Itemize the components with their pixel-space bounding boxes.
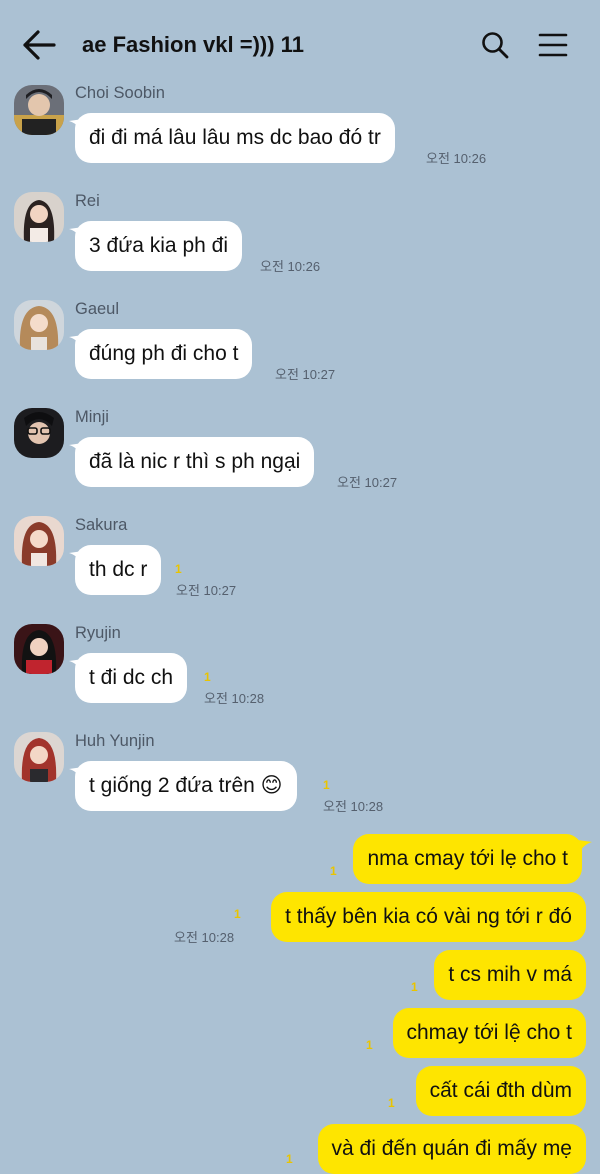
unread-count: 1 (411, 980, 418, 994)
message-time: 오전 10:27 (337, 475, 398, 490)
avatar[interactable] (14, 408, 64, 458)
unread-count: 1 (204, 670, 211, 684)
message-time: 오전 10:28 (323, 799, 384, 814)
message-bubble[interactable]: t thấy bên kia có vài ng tới r đó (271, 892, 586, 942)
unread-count: 1 (366, 1038, 373, 1052)
back-arrow-icon[interactable] (22, 29, 56, 61)
sender-name: Rei (75, 192, 100, 210)
avatar[interactable] (14, 624, 64, 674)
message-bubble[interactable]: đã là nic r thì s ph ngại (75, 437, 315, 487)
sender-name: Minji (75, 408, 109, 426)
bubble-tail (578, 840, 592, 854)
sender-name: Huh Yunjin (75, 732, 155, 750)
unread-count: 1 (388, 1096, 395, 1110)
message-bubble[interactable]: t đi dc ch (75, 653, 188, 703)
message-bubble[interactable]: nma cmay tới lẹ cho t (353, 834, 582, 884)
sender-name: Sakura (75, 516, 128, 534)
unread-count: 1 (234, 907, 241, 921)
unread-count: 1 (330, 864, 337, 878)
avatar[interactable] (14, 192, 64, 242)
message-bubble[interactable]: đúng ph đi cho t (75, 329, 253, 379)
avatar[interactable] (14, 516, 64, 566)
search-icon[interactable] (481, 31, 509, 59)
unread-count: 1 (323, 778, 330, 792)
message-bubble[interactable]: chmay tới lệ cho t (392, 1008, 586, 1058)
unread-count: 1 (175, 562, 182, 576)
message-bubble[interactable]: th dc r (75, 545, 162, 595)
message-time: 오전 10:27 (176, 583, 237, 598)
message-bubble[interactable]: đi đi má lâu lâu ms dc bao đó tr (75, 113, 395, 163)
message-time: 오전 10:28 (204, 691, 265, 706)
message-time: 오전 10:26 (426, 151, 487, 166)
menu-icon[interactable] (538, 32, 568, 58)
sender-name: Choi Soobin (75, 84, 165, 102)
chat-header: ae Fashion vkl =))) 11 (0, 0, 600, 86)
avatar[interactable] (14, 85, 64, 135)
unread-count: 1 (286, 1152, 293, 1166)
message-time: 오전 10:28 (174, 930, 235, 945)
message-time: 오전 10:26 (260, 259, 321, 274)
sender-name: Gaeul (75, 300, 120, 318)
message-bubble[interactable]: 3 đứa kia ph đi (75, 221, 242, 271)
avatar[interactable] (14, 732, 64, 782)
message-bubble[interactable]: t cs mih v má (434, 950, 586, 1000)
message-time: 오전 10:27 (275, 367, 336, 382)
chat-room-title: ae Fashion vkl =))) 11 (82, 32, 304, 57)
message-bubble[interactable]: cất cái đth dùm (415, 1066, 586, 1116)
message-bubble[interactable]: t giống 2 đứa trên 😊 (75, 761, 297, 811)
avatar[interactable] (14, 300, 64, 350)
sender-name: Ryujin (75, 624, 121, 642)
